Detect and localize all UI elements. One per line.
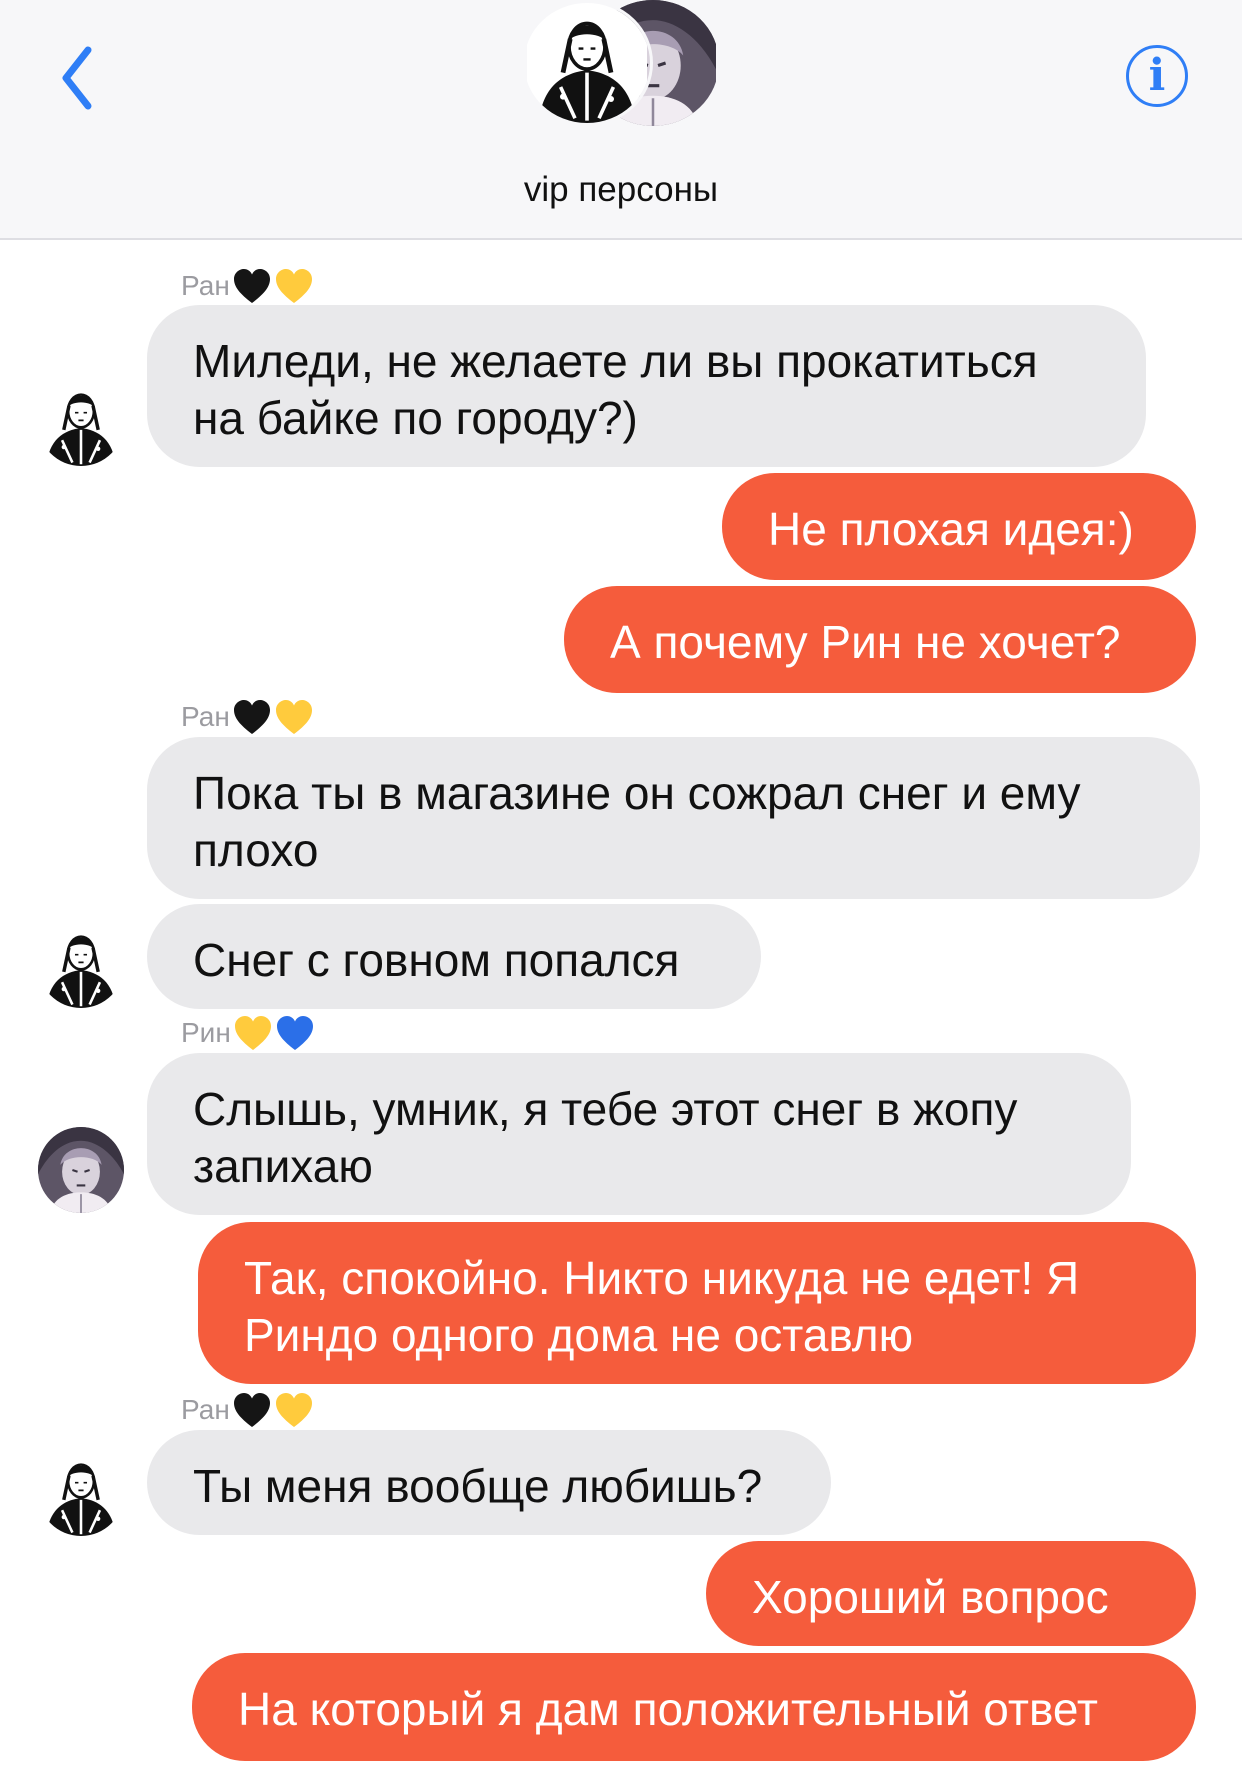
message-bubble[interactable]: Хороший вопрос bbox=[706, 1541, 1196, 1646]
message-bubble[interactable]: Миледи, не желаете ли вы прокатиться на … bbox=[147, 305, 1146, 467]
message-text: Снег с говном попался bbox=[193, 934, 680, 986]
sender-label: Ран bbox=[181, 697, 316, 737]
sender-label: Ран bbox=[181, 1390, 316, 1430]
chat-header: i vip персоны bbox=[0, 0, 1242, 240]
sender-name: Рин bbox=[181, 1017, 231, 1048]
back-button[interactable] bbox=[52, 40, 112, 120]
info-icon: i bbox=[1148, 50, 1166, 101]
message-text: Так, спокойно. Никто никуда не едет! Я Р… bbox=[244, 1252, 1080, 1361]
message-bubble[interactable]: Снег с говном попался bbox=[147, 904, 761, 1009]
black-heart-icon bbox=[232, 267, 272, 305]
message-text: Слышь, умник, я тебе этот снег в жопу за… bbox=[193, 1083, 1018, 1192]
black-heart-icon bbox=[232, 698, 272, 736]
message-bubble[interactable]: На который я дам положительный ответ bbox=[192, 1653, 1196, 1761]
avatar bbox=[38, 922, 124, 1008]
message-text: А почему Рин не хочет? bbox=[610, 616, 1121, 668]
sender-name: Ран bbox=[181, 270, 230, 301]
message-bubble[interactable]: Так, спокойно. Никто никуда не едет! Я Р… bbox=[198, 1222, 1196, 1384]
message-text: Миледи, не желаете ли вы прокатиться на … bbox=[193, 335, 1038, 444]
yellow-heart-icon bbox=[274, 698, 314, 736]
message-bubble[interactable]: Ты меня вообще любишь? bbox=[147, 1430, 831, 1535]
info-button[interactable]: i bbox=[1126, 45, 1188, 107]
yellow-heart-icon bbox=[274, 1391, 314, 1429]
message-text: На который я дам положительный ответ bbox=[238, 1683, 1098, 1735]
message-bubble[interactable]: Не плохая идея:) bbox=[722, 473, 1196, 580]
sender-name: Ран bbox=[181, 1394, 230, 1425]
blue-heart-icon bbox=[275, 1014, 315, 1052]
message-bubble[interactable]: Слышь, умник, я тебе этот снег в жопу за… bbox=[147, 1053, 1131, 1215]
avatar bbox=[38, 380, 124, 466]
yellow-heart-icon bbox=[233, 1014, 273, 1052]
message-bubble[interactable]: А почему Рин не хочет? bbox=[564, 586, 1196, 693]
yellow-heart-icon bbox=[274, 267, 314, 305]
chevron-left-icon bbox=[62, 46, 92, 110]
message-text: Хороший вопрос bbox=[752, 1571, 1109, 1623]
group-name: vip персоны bbox=[523, 170, 719, 209]
message-text: Не плохая идея:) bbox=[768, 503, 1134, 555]
sender-label: Ран bbox=[181, 266, 316, 306]
avatar bbox=[521, 0, 653, 126]
avatar bbox=[38, 1450, 124, 1536]
message-text: Ты меня вообще любишь? bbox=[193, 1460, 763, 1512]
sender-name: Ран bbox=[181, 701, 230, 732]
black-heart-icon bbox=[232, 1391, 272, 1429]
message-text: Пока ты в магазине он сожрал снег и ему … bbox=[193, 767, 1081, 876]
sender-label: Рин bbox=[181, 1013, 317, 1053]
group-avatars[interactable] bbox=[521, 0, 721, 130]
avatar bbox=[38, 1127, 124, 1213]
message-bubble[interactable]: Пока ты в магазине он сожрал снег и ему … bbox=[147, 737, 1200, 899]
